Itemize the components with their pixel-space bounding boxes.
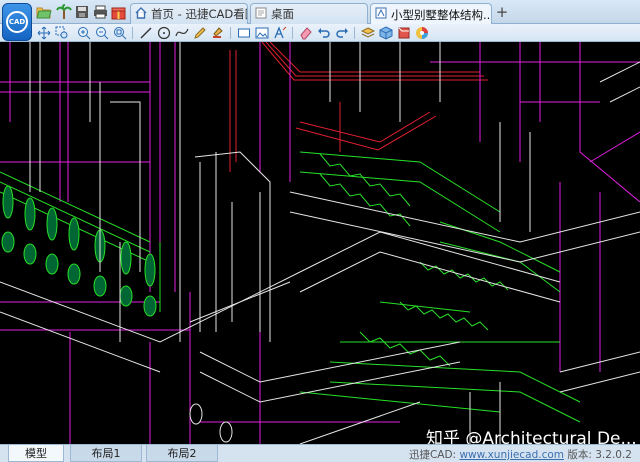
document-icon bbox=[255, 7, 267, 22]
tab-label: 首页 - 迅捷CAD看图 bbox=[151, 7, 248, 21]
tab-drawing[interactable]: 小型别墅整体结构... ✕ bbox=[370, 3, 492, 25]
palm-tree-icon[interactable] bbox=[56, 4, 72, 20]
curve-icon[interactable] bbox=[174, 25, 190, 41]
save-icon[interactable] bbox=[74, 4, 90, 20]
color-wheel-icon[interactable] bbox=[414, 25, 430, 41]
bottom-bar: 模型 布局1 布局2 迅捷CAD: www.xunjiecad.com 版本: … bbox=[0, 444, 640, 462]
line-icon[interactable] bbox=[138, 25, 154, 41]
toolbar-separator bbox=[132, 27, 133, 39]
tab-home[interactable]: 首页 - 迅捷CAD看图 bbox=[130, 3, 248, 24]
status-text: 迅捷CAD: www.xunjiecad.com 版本: 3.2.0.2 bbox=[409, 447, 632, 462]
zoom-in-icon[interactable] bbox=[76, 25, 92, 41]
toolbar-separator bbox=[230, 27, 231, 39]
drawing-icon bbox=[375, 7, 387, 22]
pencil-icon[interactable] bbox=[192, 25, 208, 41]
drawing-canvas[interactable] bbox=[0, 42, 640, 444]
pan-icon[interactable] bbox=[36, 25, 52, 41]
eraser-icon[interactable] bbox=[298, 25, 314, 41]
layout-tab-layout2[interactable]: 布局2 bbox=[146, 445, 218, 462]
stamp-icon[interactable] bbox=[210, 25, 226, 41]
layout-tab-model[interactable]: 模型 bbox=[8, 445, 64, 462]
tab-label: 桌面 bbox=[271, 7, 294, 21]
undo-icon[interactable] bbox=[316, 25, 332, 41]
status-prefix: 迅捷CAD: bbox=[408, 449, 460, 461]
print-icon[interactable] bbox=[92, 4, 108, 20]
text-icon[interactable] bbox=[272, 25, 288, 41]
tab-desktop[interactable]: 桌面 bbox=[250, 3, 368, 24]
app-logo-text: CAD bbox=[6, 11, 28, 33]
layout-tab-layout1[interactable]: 布局1 bbox=[70, 445, 142, 462]
zoom-fit-icon[interactable] bbox=[112, 25, 128, 41]
zoom-out-icon[interactable] bbox=[94, 25, 110, 41]
toolbar-separator bbox=[292, 27, 293, 39]
version-label: 版本: 3.2.0.2 bbox=[567, 449, 632, 461]
tab-bar: CAD 首页 - 迅捷CAD看图 桌面 小型别墅整体结构... ✕ + bbox=[0, 0, 640, 41]
cad-drawing bbox=[0, 42, 640, 444]
tab-label: 小型别墅整体结构... bbox=[391, 7, 492, 22]
3d-view-icon[interactable] bbox=[396, 25, 412, 41]
open-folder-icon[interactable] bbox=[36, 4, 52, 20]
cube-icon[interactable] bbox=[378, 25, 394, 41]
toolbar-separator bbox=[354, 27, 355, 39]
zoom-window-icon[interactable] bbox=[54, 25, 70, 41]
app-logo[interactable]: CAD bbox=[2, 3, 32, 41]
image-icon[interactable] bbox=[254, 25, 270, 41]
baluster-group bbox=[1, 185, 157, 317]
layers-icon[interactable] bbox=[360, 25, 376, 41]
home-icon bbox=[135, 6, 147, 22]
toolbar bbox=[0, 24, 640, 42]
new-tab-button[interactable]: + bbox=[494, 4, 510, 20]
redo-icon[interactable] bbox=[334, 25, 350, 41]
circle-icon[interactable] bbox=[156, 25, 172, 41]
rectangle-icon[interactable] bbox=[236, 25, 252, 41]
gift-icon[interactable] bbox=[110, 4, 126, 20]
website-link[interactable]: www.xunjiecad.com bbox=[459, 449, 564, 461]
